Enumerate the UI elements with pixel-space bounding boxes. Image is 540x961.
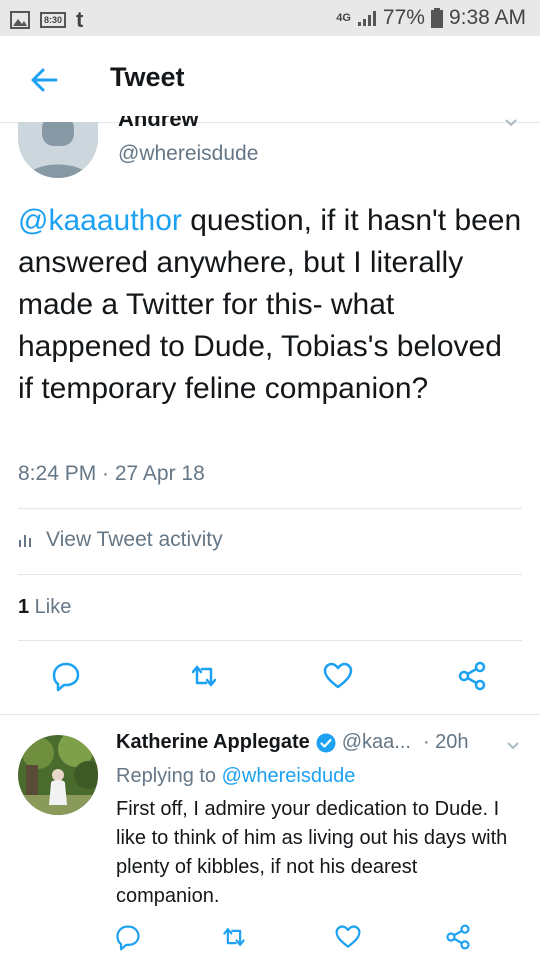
bar-chart-icon — [19, 535, 31, 547]
share-icon[interactable] — [456, 660, 488, 692]
verified-icon — [316, 733, 336, 752]
author-handle[interactable]: @whereisdude — [118, 142, 258, 166]
avatar[interactable] — [18, 122, 98, 178]
replying-to-handle[interactable]: @whereisdude — [222, 765, 356, 787]
tumblr-icon: t — [76, 7, 84, 32]
divider — [18, 640, 522, 641]
replying-to-label: Replying to — [116, 765, 222, 787]
back-arrow-icon[interactable] — [28, 64, 60, 96]
network-type: 4G — [336, 12, 351, 24]
default-avatar-icon — [18, 122, 98, 178]
page-title: Tweet — [110, 62, 185, 92]
divider — [18, 508, 522, 509]
share-icon[interactable] — [444, 923, 472, 951]
author-name[interactable]: Andrew — [118, 116, 199, 130]
retweet-icon[interactable] — [220, 923, 248, 951]
like-icon[interactable] — [322, 660, 354, 692]
reply-text: First off, I admire your dedication to D… — [116, 798, 508, 907]
tweet-text: @kaaauthor question, if it hasn't been a… — [18, 200, 523, 410]
reply-header: Katherine Applegate @kaa... · 20h — [116, 731, 469, 754]
like-count-label: Like — [29, 596, 72, 618]
reply-actions — [0, 923, 540, 959]
mention-link[interactable]: @kaaauthor — [18, 204, 182, 237]
signal-icon — [357, 11, 376, 26]
profile-photo — [18, 735, 98, 815]
tweet-actions — [0, 660, 540, 696]
chevron-down-icon[interactable] — [504, 118, 518, 128]
reply-icon[interactable] — [114, 923, 142, 951]
reply-time: · 20h — [422, 731, 469, 753]
view-tweet-activity-link[interactable]: View Tweet activity — [18, 528, 223, 552]
divider — [18, 574, 522, 575]
clock: 9:38 AM — [448, 6, 526, 29]
battery-percent: 77% — [382, 6, 425, 29]
status-bar: 8:30 t 4G 77% 9:38 AM — [0, 0, 540, 36]
reply-tweet[interactable]: Katherine Applegate @kaa... · 20h Replyi… — [0, 714, 540, 961]
status-bar-system: 4G 77% 9:38 AM — [336, 6, 526, 30]
avatar[interactable] — [18, 735, 98, 815]
gallery-icon — [10, 11, 30, 29]
replying-to: Replying to @whereisdude — [116, 765, 355, 788]
app-bar: Tweet — [0, 36, 540, 123]
battery-icon — [430, 8, 443, 28]
calendar-badge: 8:30 — [40, 12, 67, 28]
reply-author-name[interactable]: Katherine Applegate — [116, 731, 310, 754]
like-count[interactable]: 1 Like — [18, 596, 71, 619]
activity-label: View Tweet activity — [46, 528, 223, 551]
tweet-timestamp: 8:24 PM · 27 Apr 18 — [18, 462, 205, 485]
like-icon[interactable] — [334, 923, 362, 951]
status-bar-notifications: 8:30 t — [10, 7, 83, 33]
retweet-icon[interactable] — [188, 660, 220, 692]
like-count-number: 1 — [18, 596, 30, 618]
reply-icon[interactable] — [50, 660, 82, 692]
chevron-down-icon[interactable] — [506, 741, 520, 751]
reply-author-handle[interactable]: @kaa... — [342, 731, 411, 754]
